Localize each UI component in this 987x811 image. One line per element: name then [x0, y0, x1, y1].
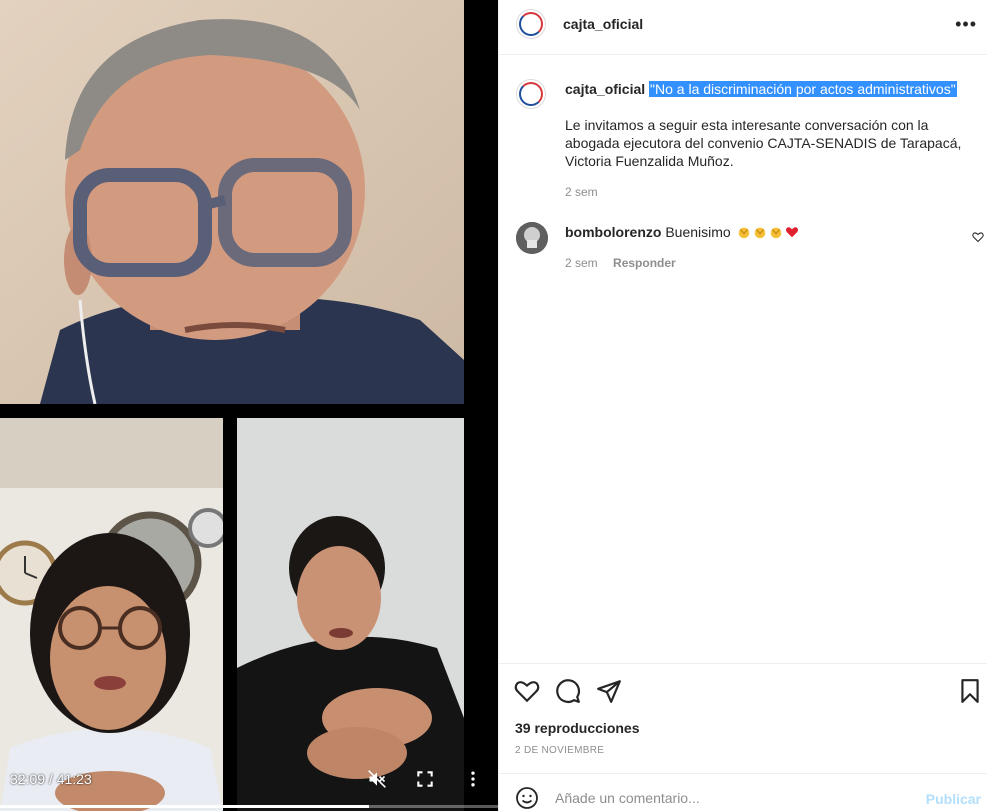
more-horizontal-icon[interactable]: •••	[955, 14, 977, 35]
video-player[interactable]: 32:09 / 41:23	[0, 0, 498, 811]
video-time-separator: /	[45, 771, 57, 787]
bookmark-icon[interactable]	[957, 678, 983, 704]
red-heart-icon	[785, 227, 798, 238]
caption-time[interactable]: 2 sem	[565, 185, 598, 199]
comment-line: bombolorenzo Buenisimo	[565, 223, 799, 241]
video-time-current: 32:09	[10, 771, 46, 787]
caption-highlighted-title: "No a la discriminación por actos admini…	[649, 81, 957, 97]
smiley-emoji-icon[interactable]	[515, 786, 539, 810]
video-time-total: 41:23	[56, 771, 92, 787]
video-progress-bar[interactable]	[0, 805, 498, 808]
mute-icon[interactable]	[367, 769, 387, 789]
post-panel: cajta_oficial ••• cajta_oficial "No a la…	[498, 0, 987, 811]
comment-text: Buenisimo	[665, 224, 731, 240]
reply-button[interactable]: Responder	[613, 256, 676, 270]
caption-line: cajta_oficial "No a la discriminación po…	[565, 80, 977, 98]
clapping-hands-icon	[754, 227, 765, 239]
avatar-logo-ring	[519, 82, 543, 106]
avatar-logo-ring	[519, 12, 543, 36]
avatar[interactable]	[516, 222, 548, 254]
clapping-hands-icon	[738, 227, 749, 239]
share-paper-plane-icon[interactable]	[596, 678, 622, 704]
comment-icon[interactable]	[555, 678, 581, 704]
post-actions: 39 reproducciones 2 DE NOVIEMBRE	[499, 663, 987, 773]
participant-man-image	[0, 0, 464, 404]
clapping-hands-icon	[770, 227, 781, 239]
views-count[interactable]: 39 reproducciones	[515, 720, 640, 736]
header-username[interactable]: cajta_oficial	[563, 16, 643, 32]
video-more-options-icon[interactable]	[463, 769, 483, 789]
account-avatar[interactable]	[516, 9, 546, 39]
post-header: cajta_oficial •••	[499, 0, 987, 55]
participant-video-bottom-left	[0, 418, 223, 811]
comment-input[interactable]	[555, 787, 895, 809]
video-progress-fill	[0, 805, 369, 808]
publish-button[interactable]: Publicar	[926, 791, 981, 807]
participant-video-bottom-right	[237, 418, 464, 811]
commenter-avatar-image	[516, 222, 548, 254]
participant-woman-image	[0, 418, 223, 811]
add-comment-bar: Publicar	[499, 773, 987, 811]
participant-interpreter-image	[237, 418, 464, 811]
comment-time[interactable]: 2 sem	[565, 256, 598, 270]
post-date[interactable]: 2 DE NOVIEMBRE	[515, 745, 604, 756]
caption-body: Le invitamos a seguir esta interesante c…	[565, 117, 962, 169]
caption-username[interactable]: cajta_oficial	[565, 81, 645, 97]
video-time-display: 32:09 / 41:23	[10, 771, 92, 787]
video-controls: 32:09 / 41:23	[0, 761, 498, 811]
heart-icon[interactable]	[514, 678, 540, 704]
participant-video-top	[0, 0, 464, 404]
comment-meta: 2 sem Responder	[565, 256, 676, 270]
comment-username[interactable]: bombolorenzo	[565, 224, 661, 240]
comments-section: cajta_oficial "No a la discriminación po…	[499, 55, 987, 663]
comment-like-heart-icon[interactable]	[972, 231, 984, 243]
fullscreen-icon[interactable]	[415, 769, 435, 789]
caption-avatar[interactable]	[516, 79, 546, 109]
